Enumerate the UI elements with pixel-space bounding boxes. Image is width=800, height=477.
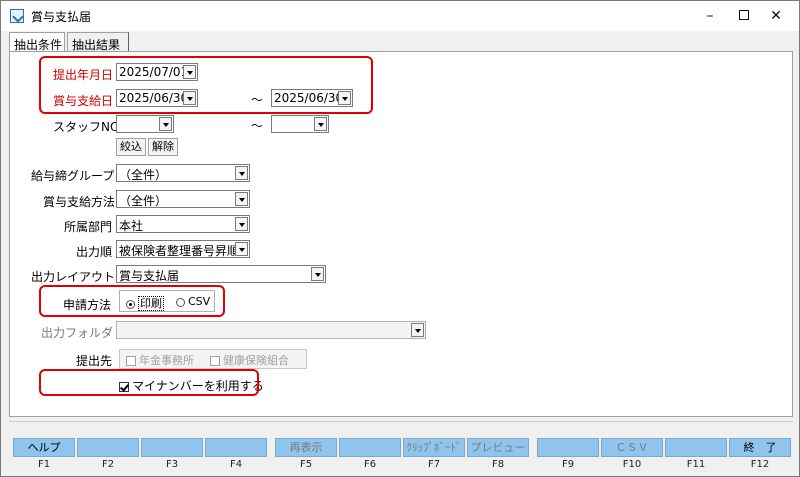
chevron-down-icon[interactable]	[314, 117, 327, 131]
fkey-f3[interactable]	[141, 438, 203, 457]
bonus-method-label: 賞与支給方法	[43, 195, 116, 209]
bonus-method-select[interactable]: （全件）	[116, 190, 250, 208]
output-folder-label: 出力フォルダ	[41, 326, 114, 340]
fkey-number: F6	[363, 459, 377, 470]
checkbox-icon	[126, 356, 136, 366]
checkbox-pension-office[interactable]: 年金事務所	[126, 352, 194, 368]
staff-no-to-select[interactable]	[271, 115, 329, 133]
highlight-mynumber	[39, 369, 259, 396]
fkey-number: F12	[750, 459, 770, 470]
staff-no-from-select[interactable]	[116, 115, 174, 133]
chevron-down-icon[interactable]	[235, 192, 248, 206]
pay-group-select[interactable]: （全件）	[116, 164, 250, 182]
fkey-f7-clipboard[interactable]: ｸﾘｯﾌﾟﾎﾞｰﾄﾞ	[403, 438, 465, 457]
department-select[interactable]: 本社	[116, 215, 250, 233]
highlight-apply-method	[39, 285, 225, 317]
range-separator: 〜	[251, 119, 264, 133]
function-key-bar: ヘルプ 再表示 ｸﾘｯﾌﾟﾎﾞｰﾄﾞ プレビュー ＣＳＶ 終 了 F1 F2 F…	[13, 438, 793, 474]
fkey-number: F5	[299, 459, 313, 470]
output-order-select[interactable]: 被保険者整理番号昇順	[116, 240, 250, 258]
fkey-f6[interactable]	[339, 438, 401, 457]
checkbox-icon	[210, 356, 220, 366]
chevron-down-icon[interactable]	[235, 166, 248, 180]
fkey-f12-exit[interactable]: 終 了	[729, 438, 791, 457]
destination-checkbox-group: 年金事務所 健康保険組合	[119, 349, 307, 369]
fkey-f2[interactable]	[77, 438, 139, 457]
fkey-f5-refresh[interactable]: 再表示	[275, 438, 337, 457]
tab-extract-conditions[interactable]: 抽出条件	[9, 32, 65, 53]
checkbox-health-insurance[interactable]: 健康保険組合	[210, 352, 289, 368]
chevron-down-icon[interactable]	[159, 117, 172, 131]
window-title: 賞与支払届	[31, 10, 92, 24]
fkey-f10-csv[interactable]: ＣＳＶ	[601, 438, 663, 457]
fkey-number: F7	[427, 459, 441, 470]
fkey-number: F8	[491, 459, 505, 470]
fkey-number: F3	[165, 459, 179, 470]
fkey-number: F1	[37, 459, 51, 470]
pay-group-label: 給与締グループ	[31, 169, 115, 183]
fkey-f4[interactable]	[205, 438, 267, 457]
staff-no-label: スタッフNO	[53, 120, 120, 134]
app-window: 賞与支払届 – ✕ 抽出条件 抽出結果 提出年月日 2025/07/01 賞与支…	[0, 0, 800, 477]
chevron-down-icon[interactable]	[311, 267, 324, 281]
close-icon[interactable]: ✕	[753, 1, 799, 31]
fkey-number: F11	[686, 459, 706, 470]
destination-label: 提出先	[76, 354, 113, 368]
clear-button[interactable]: 解除	[148, 138, 178, 156]
output-order-label: 出力順	[76, 245, 113, 259]
divider	[9, 421, 793, 422]
department-label: 所属部門	[64, 220, 113, 234]
title-bar: 賞与支払届 – ✕	[1, 1, 799, 31]
fkey-number: F10	[622, 459, 642, 470]
output-folder-select[interactable]	[116, 321, 426, 339]
output-layout-select[interactable]: 賞与支払届	[116, 265, 326, 283]
app-icon	[10, 9, 24, 23]
fkey-f11[interactable]	[665, 438, 727, 457]
filter-button[interactable]: 絞込	[116, 138, 146, 156]
tab-extract-results[interactable]: 抽出結果	[67, 32, 129, 52]
fkey-number: F9	[561, 459, 575, 470]
fkey-f9[interactable]	[537, 438, 599, 457]
fkey-f1-help[interactable]: ヘルプ	[13, 438, 75, 457]
fkey-number: F2	[101, 459, 115, 470]
output-layout-label: 出力レイアウト	[31, 270, 116, 284]
chevron-down-icon[interactable]	[235, 242, 248, 256]
chevron-down-icon[interactable]	[411, 323, 424, 337]
chevron-down-icon[interactable]	[235, 217, 248, 231]
fkey-f8-preview[interactable]: プレビュー	[467, 438, 529, 457]
fkey-number: F4	[229, 459, 243, 470]
highlight-dates	[39, 56, 373, 114]
